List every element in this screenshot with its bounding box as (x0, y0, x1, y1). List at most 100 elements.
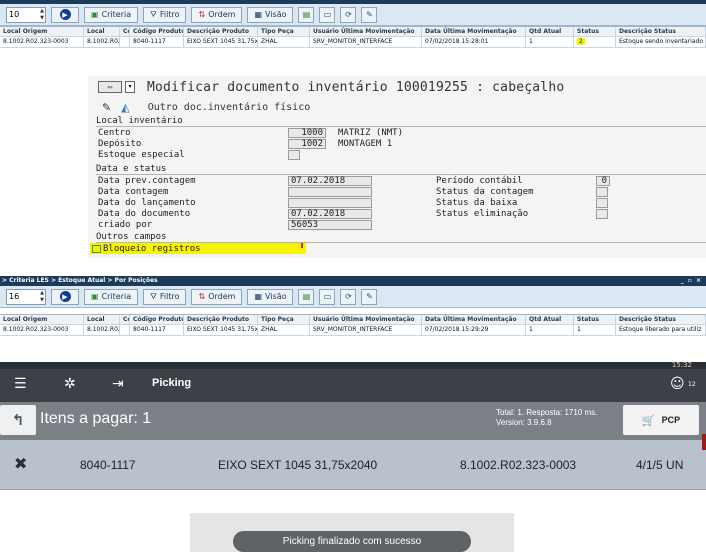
col-header[interactable]: Qtd Atual (526, 315, 574, 324)
col-header[interactable]: Local (84, 27, 120, 36)
go-button[interactable]: ▶ (51, 6, 79, 23)
cell: Estoque sendo inventariado (616, 37, 706, 47)
user-icon[interactable]: ☺ (670, 376, 685, 392)
col-header[interactable]: Cć (120, 27, 130, 36)
settings-icon[interactable]: ✎ (361, 288, 378, 305)
col-header[interactable]: Data Última Movimentação (422, 315, 526, 324)
go-button[interactable]: ▶ (51, 288, 79, 305)
visao-button[interactable]: ▦ Visão (247, 288, 294, 305)
visao-button[interactable]: ▦ Visão (247, 6, 294, 23)
criteria-button[interactable]: ▣ Criteria (84, 6, 139, 23)
periodo-contabil-field[interactable]: 0 (596, 176, 610, 186)
col-header[interactable]: Descrição Produto (184, 27, 258, 36)
cell: 1 (526, 325, 574, 335)
prev-contagem-field[interactable]: 07.02.2018 (288, 176, 372, 186)
breadcrumb: > Criteria LES > Estoque Atual > Por Pos… (0, 276, 706, 286)
status-eliminacao-check[interactable] (596, 209, 608, 219)
col-header[interactable]: Local (84, 315, 120, 324)
col-header[interactable]: Código Produto (130, 27, 184, 36)
response-info: Total: 1. Resposta: 1710 ms. Version: 3.… (496, 408, 598, 427)
table-row[interactable]: 8.1002.R02.323-0003 8.1002.R02 8040-1117… (0, 325, 706, 336)
export-excel-icon[interactable]: ▤ (298, 288, 315, 305)
col-header[interactable]: Cć (120, 315, 130, 324)
col-header[interactable]: Status (574, 27, 616, 36)
col-header[interactable]: Usuário Última Movimentação (310, 27, 422, 36)
cell: EIXO SEXT 1045 31,75x20 (184, 37, 258, 47)
data-lancamento-label: Data do lançamento (98, 198, 196, 208)
data-contagem-field[interactable] (288, 187, 372, 197)
cell: ZHAL (258, 325, 310, 335)
save-icon[interactable]: ▭ (319, 6, 336, 23)
col-header[interactable]: Status (574, 315, 616, 324)
pcp-button[interactable]: 🛒 PCP (623, 405, 699, 435)
close-icon[interactable]: ✖ (14, 454, 27, 473)
sap-title-bar: ▭ ▾ Modificar documento inventário 10001… (88, 76, 706, 98)
settings-icon[interactable]: ✎ (361, 6, 378, 23)
cell (120, 325, 130, 335)
col-header[interactable]: Descrição Produto (184, 315, 258, 324)
refresh-icon[interactable]: ⟳ (340, 6, 357, 23)
col-header[interactable]: Código Produto (130, 315, 184, 324)
sap-menu-icon[interactable]: ▭ (98, 81, 122, 93)
estoque-especial-field[interactable] (288, 150, 300, 160)
mountain-icon[interactable]: ◭ (121, 101, 129, 114)
page-size-spinner[interactable]: 16 (6, 288, 46, 305)
cell (120, 37, 130, 47)
back-arrow-icon: ↰ (11, 411, 25, 429)
criteria-icon: ▣ (91, 292, 99, 301)
chevron-down-icon[interactable]: ▾ (125, 81, 135, 93)
col-header[interactable]: Usuário Última Movimentação (310, 315, 422, 324)
criteria-button[interactable]: ▣ Criteria (84, 288, 139, 305)
product-description: EIXO SEXT 1045 31,75x2040 (218, 458, 378, 472)
refresh-icon[interactable]: ⟳ (340, 288, 357, 305)
export-excel-icon[interactable]: ▤ (298, 6, 315, 23)
col-header[interactable]: Descrição Status (616, 315, 706, 324)
deposito-field[interactable]: 1002 (288, 139, 326, 149)
col-header[interactable]: Tipo Peça (258, 27, 310, 36)
centro-label: Centro (98, 128, 131, 138)
criado-por-field[interactable]: 56053 (288, 220, 372, 230)
cell: 8.1002.R02 (84, 325, 120, 335)
status-contagem-check[interactable] (596, 187, 608, 197)
filtro-button[interactable]: ⛛ Filtro (143, 288, 187, 305)
login-icon[interactable]: ⇥ (112, 376, 124, 392)
filtro-button[interactable]: ⛛ Filtro (143, 6, 187, 23)
edit-icon[interactable]: ✎ (102, 101, 111, 114)
ordem-button[interactable]: ⇅ Ordem (191, 288, 243, 305)
section-data-status: Data e status (96, 164, 706, 175)
list-item[interactable]: ✖ 8040-1117 EIXO SEXT 1045 31,75x2040 8.… (0, 440, 706, 490)
criado-por-label: criado por (98, 220, 153, 230)
status-baixa-check[interactable] (596, 198, 608, 208)
col-header[interactable]: Data Última Movimentação (422, 27, 526, 36)
bloqueio-registros-checkbox[interactable]: Bloqueio registros (90, 243, 306, 254)
save-icon[interactable]: ▭ (319, 288, 336, 305)
edge-marker (702, 434, 706, 450)
data-documento-field[interactable]: 07.02.2018 (288, 209, 372, 219)
gear-icon[interactable]: ✲ (64, 376, 76, 392)
filter-icon: ⛛ (150, 291, 157, 301)
menu-icon[interactable]: ☰ (14, 376, 27, 392)
col-header[interactable]: Local Origem (0, 27, 84, 36)
other-doc-link[interactable]: Outro doc.inventário físico (148, 102, 311, 113)
col-header[interactable]: Tipo Peça (258, 315, 310, 324)
col-header[interactable]: Descrição Status (616, 27, 706, 36)
data-lancamento-field[interactable] (288, 198, 372, 208)
play-icon: ▶ (59, 291, 71, 302)
picking-subbar: ↰ Itens a pagar: 1 Total: 1. Resposta: 1… (0, 402, 706, 440)
page-title: Modificar documento inventário 100019255… (147, 79, 565, 95)
back-button[interactable]: ↰ (0, 405, 36, 435)
page-size-spinner[interactable]: 10 (6, 6, 46, 23)
status-bar: 15:32 (0, 362, 706, 369)
ordem-button[interactable]: ⇅ Ordem (191, 6, 243, 23)
sap-header-dialog: ▭ ▾ Modificar documento inventário 10001… (88, 76, 706, 258)
col-header[interactable]: Local Origem (0, 315, 84, 324)
table-row[interactable]: 8.1002.R02.323-0003 8.1002.R02 8040-1117… (0, 37, 706, 48)
cell: 8040-1117 (130, 325, 184, 335)
centro-field[interactable]: 1000 (288, 128, 326, 138)
sort-icon: ⇅ (198, 10, 206, 19)
cell: 8.1002.R02.323-0003 (0, 325, 84, 335)
col-header[interactable]: Qtd Atual (526, 27, 574, 36)
window-controls[interactable]: _ ▫ × (681, 276, 706, 286)
prev-contagem-label: Data prev.contagem (98, 176, 196, 186)
red-marker (301, 243, 303, 248)
